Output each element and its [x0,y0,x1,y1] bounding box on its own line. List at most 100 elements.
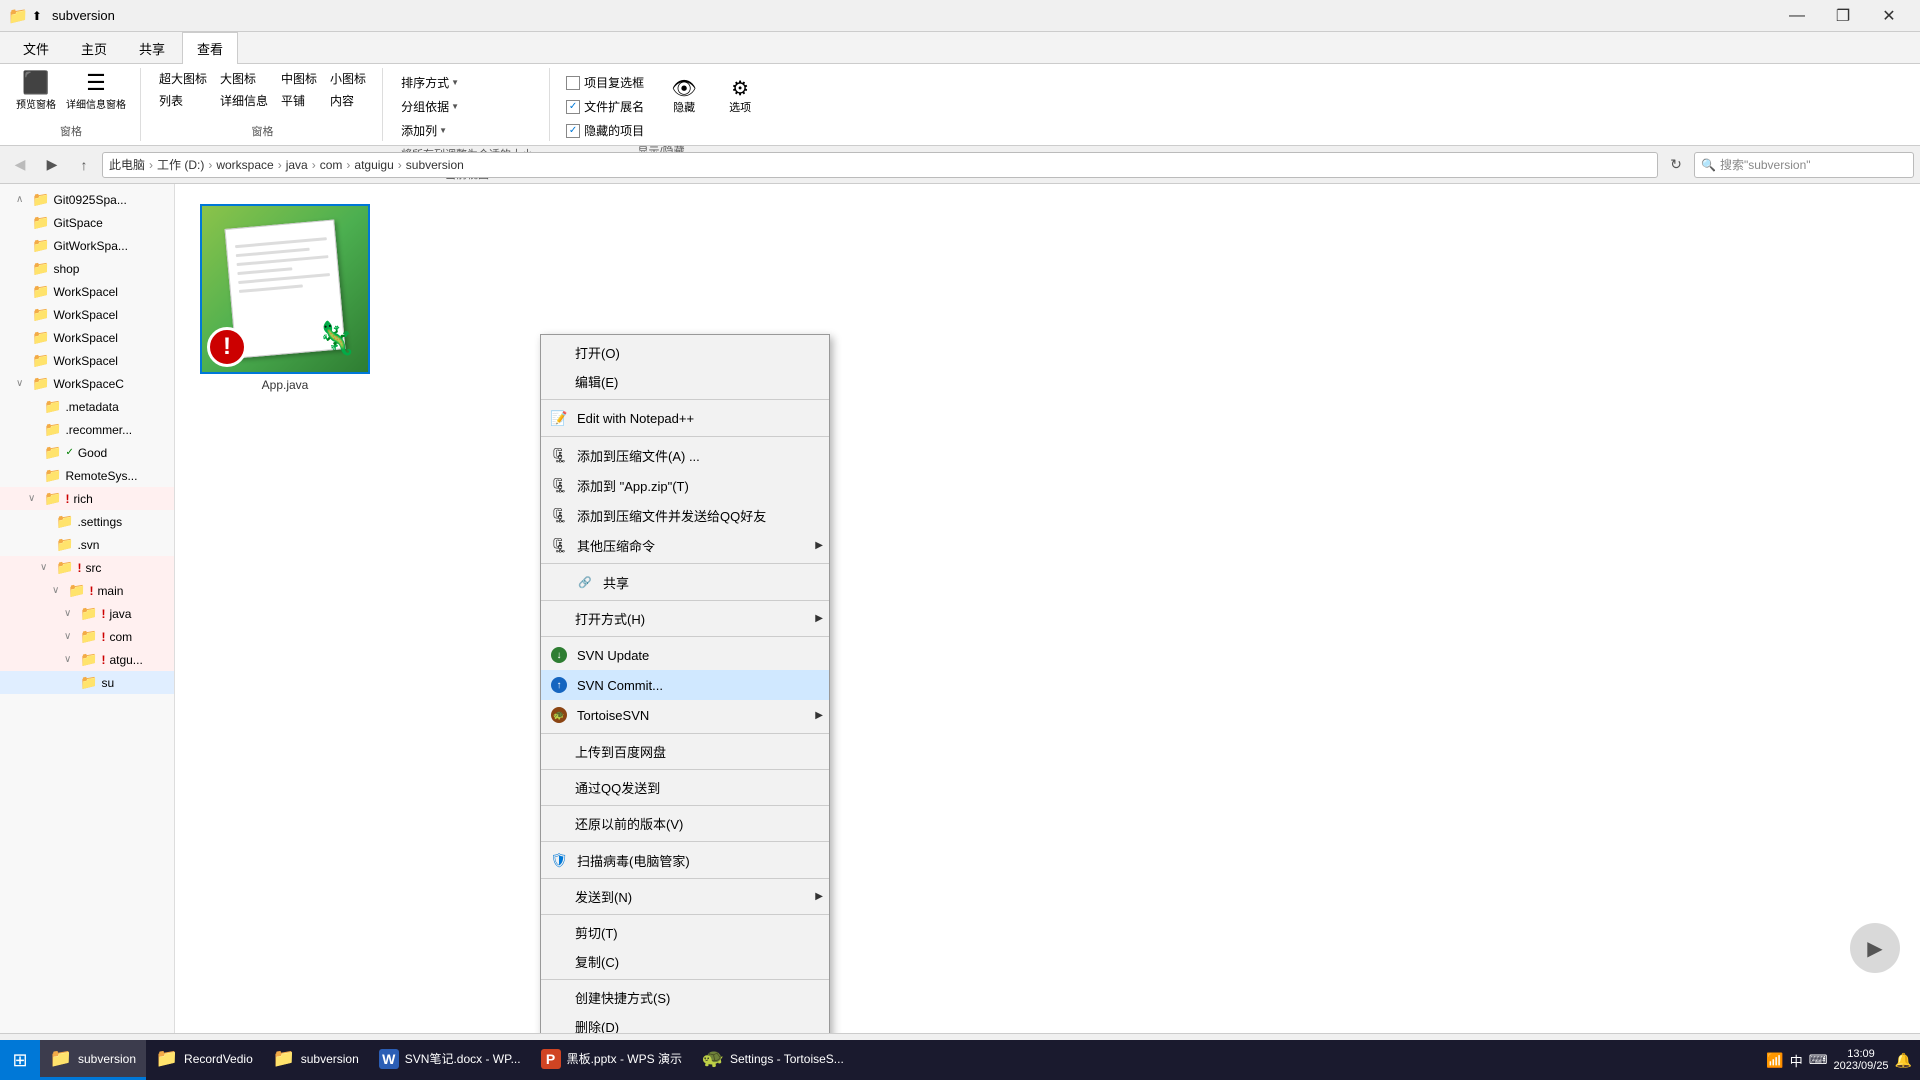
start-button[interactable]: ⊞ [0,1040,40,1080]
sidebar-item-gitspace[interactable]: 📁 GitSpace [0,211,174,234]
search-box[interactable]: 🔍 搜索"subversion" [1694,152,1914,178]
preview-pane-button[interactable]: ⬛ 预览窗格 [12,68,60,113]
tab-home[interactable]: 主页 [66,32,122,64]
ctx-other-compress[interactable]: 🗜 其他压缩命令 ▶ [541,530,829,560]
hidden-items-toggle[interactable]: 隐藏的项目 [562,120,648,141]
ctx-send-qq[interactable]: 通过QQ发送到 [541,773,829,802]
sidebar-item-workspace3[interactable]: 📁 WorkSpacel [0,326,174,349]
maximize-button[interactable]: ❐ [1820,0,1866,32]
ctx-scan-virus[interactable]: 🛡 扫描病毒(电脑管家) [541,845,829,875]
ctx-restore-version[interactable]: 还原以前的版本(V) [541,809,829,838]
item-checkbox-toggle[interactable]: 项目复选框 [562,72,648,93]
ctx-add-zip[interactable]: 🗜 添加到 "App.zip"(T) [541,470,829,500]
forward-button[interactable]: ▶ [38,151,66,179]
back-button[interactable]: ◀ [6,151,34,179]
lang-indicator[interactable]: 中 [1790,1051,1803,1070]
file-item-appjava[interactable]: 🦎 ! App.java [195,204,375,392]
sidebar-item-remotesys[interactable]: 📁 RemoteSys... [0,464,174,487]
ctx-add-archive[interactable]: 🗜 添加到压缩文件(A) ... [541,440,829,470]
ctx-cut[interactable]: 剪切(T) [541,918,829,947]
sidebar-item-good[interactable]: 📁 ✓ Good [0,441,174,464]
ctx-share[interactable]: 🔗 共享 [541,567,829,597]
ctx-upload-baidu[interactable]: 上传到百度网盘 [541,737,829,766]
sidebar-item-shop[interactable]: 📁 shop [0,257,174,280]
taskbar-item-wps-word[interactable]: W SVN笔记.docx - WP... [369,1040,531,1080]
sidebar-item-recommender[interactable]: 📁 .recommer... [0,418,174,441]
small-icon-btn[interactable]: 小图标 [324,68,372,89]
sidebar-item-gitworkspace[interactable]: 📁 GitWorkSpa... [0,234,174,257]
address-path[interactable]: 此电脑 › 工作 (D:) › workspace › java › com ›… [102,152,1658,178]
sidebar-item-workspace2[interactable]: 📁 WorkSpacel [0,303,174,326]
sidebar-item-java[interactable]: ∨ 📁 ! java [0,602,174,625]
ctx-copy[interactable]: 复制(C) [541,947,829,976]
sidebar-item-workspacec[interactable]: ∨ 📁 WorkSpaceC [0,372,174,395]
taskbar-item-tortoise-settings[interactable]: 🐢 Settings - TortoiseS... [692,1040,854,1080]
tab-view[interactable]: 查看 [182,32,238,64]
ctx-edit[interactable]: 编辑(E) [541,367,829,396]
content-btn[interactable]: 内容 [324,90,372,111]
minimize-button[interactable]: — [1774,0,1820,32]
ribbon-group-layout: 超大图标 大图标 中图标 小图标 列表 详细信息 平铺 [149,68,383,141]
sidebar-item-main[interactable]: ∨ 📁 ! main [0,579,174,602]
large-icon-btn[interactable]: 大图标 [214,68,274,89]
file-extension-toggle[interactable]: 文件扩展名 [562,96,648,117]
ctx-add-archive-qq[interactable]: 🗜 添加到压缩文件并发送给QQ好友 [541,500,829,530]
sidebar-item-svn[interactable]: 📁 .svn [0,533,174,556]
sidebar-item-git0925[interactable]: ∧ 📁 Git0925Spa... [0,188,174,211]
sidebar-item-su[interactable]: 📁 su [0,671,174,694]
taskbar-item-recordvedio[interactable]: 📁 RecordVedio [146,1040,263,1080]
quick-access-icon[interactable]: ⬆ [32,9,42,23]
sort-by-label: 排序方式 [401,74,449,91]
sidebar-item-workspace4[interactable]: 📁 WorkSpacel [0,349,174,372]
tab-file[interactable]: 文件 [8,32,64,64]
ctx-svn-commit[interactable]: ↑ SVN Commit... [541,670,829,700]
sidebar-item-rich[interactable]: ∨ 📁 ! rich [0,487,174,510]
play-button[interactable]: ▶ [1850,923,1900,973]
sidebar-item-settings[interactable]: 📁 .settings [0,510,174,533]
options-button[interactable]: ⚙ 选项 [720,76,760,118]
sidebar-item-src[interactable]: ∨ 📁 ! src [0,556,174,579]
ctx-delete[interactable]: 删除(D) [541,1012,829,1033]
taskbar-item-subversion1[interactable]: 📁 subversion [40,1040,146,1080]
ctx-add-archive-qq-label: 添加到压缩文件并发送给QQ好友 [577,506,766,525]
network-icon: 📶 [1766,1052,1783,1069]
sidebar-item-atgu[interactable]: ∨ 📁 ! atgu... [0,648,174,671]
tile-btn[interactable]: 平铺 [275,90,323,111]
taskbar-clock[interactable]: 13:09 2023/09/25 [1834,1048,1889,1072]
group-by-button[interactable]: 分组依据 ▼ [395,96,465,117]
ctx-create-shortcut[interactable]: 创建快捷方式(S) [541,983,829,1012]
ctx-edit-notepad[interactable]: 📝 Edit with Notepad++ [541,403,829,433]
list-btn[interactable]: 列表 [153,90,213,111]
tab-share[interactable]: 共享 [124,32,180,64]
medium-icon-btn[interactable]: 中图标 [275,68,323,89]
up-button[interactable]: ↑ [70,151,98,179]
ctx-open-with[interactable]: 打开方式(H) ▶ [541,604,829,633]
refresh-button[interactable]: ↻ [1662,151,1690,179]
ctx-divider-5 [541,636,829,637]
content-area[interactable]: 🦎 ! App.java 打开(O) 编辑(E) 📝 Edit with Not… [175,184,1920,1033]
sidebar-item-com[interactable]: ∨ 📁 ! com [0,625,174,648]
ctx-tortoise-svn[interactable]: 🐢 TortoiseSVN ▶ [541,700,829,730]
ctx-send-to[interactable]: 发送到(N) ▶ [541,882,829,911]
notification-icon[interactable]: 🔔 [1895,1052,1912,1069]
sidebar-item-metadata[interactable]: 📁 .metadata [0,395,174,418]
details-btn[interactable]: 详细信息 [214,90,274,111]
ctx-svn-update[interactable]: ↓ SVN Update [541,640,829,670]
hide-button[interactable]: 👁 隐藏 [664,76,704,118]
sidebar-item-workspace1[interactable]: 📁 WorkSpacel [0,280,174,303]
sidebar-label: GitSpace [53,216,102,230]
ctx-cut-label: 剪切(T) [575,923,618,942]
close-button[interactable]: ✕ [1866,0,1912,32]
details-pane-button[interactable]: ☰ 详细信息窗格 [62,68,130,113]
sort-by-button[interactable]: 排序方式 ▼ [395,72,465,93]
svn-update-icon: ↓ [549,645,569,665]
taskbar-item-wps-ppt[interactable]: P 黑板.pptx - WPS 演示 [531,1040,692,1080]
super-large-icon-btn[interactable]: 超大图标 [153,68,213,89]
window-title: subversion [52,8,115,23]
add-column-button[interactable]: 添加列 ▼ [395,120,453,141]
ctx-open[interactable]: 打开(O) [541,338,829,367]
svn-ok-icon: ✓ [65,447,73,458]
taskbar-item-subversion2[interactable]: 📁 subversion [263,1040,369,1080]
title-bar-controls: — ❐ ✕ [1774,0,1912,32]
play-icon: ▶ [1867,936,1882,961]
